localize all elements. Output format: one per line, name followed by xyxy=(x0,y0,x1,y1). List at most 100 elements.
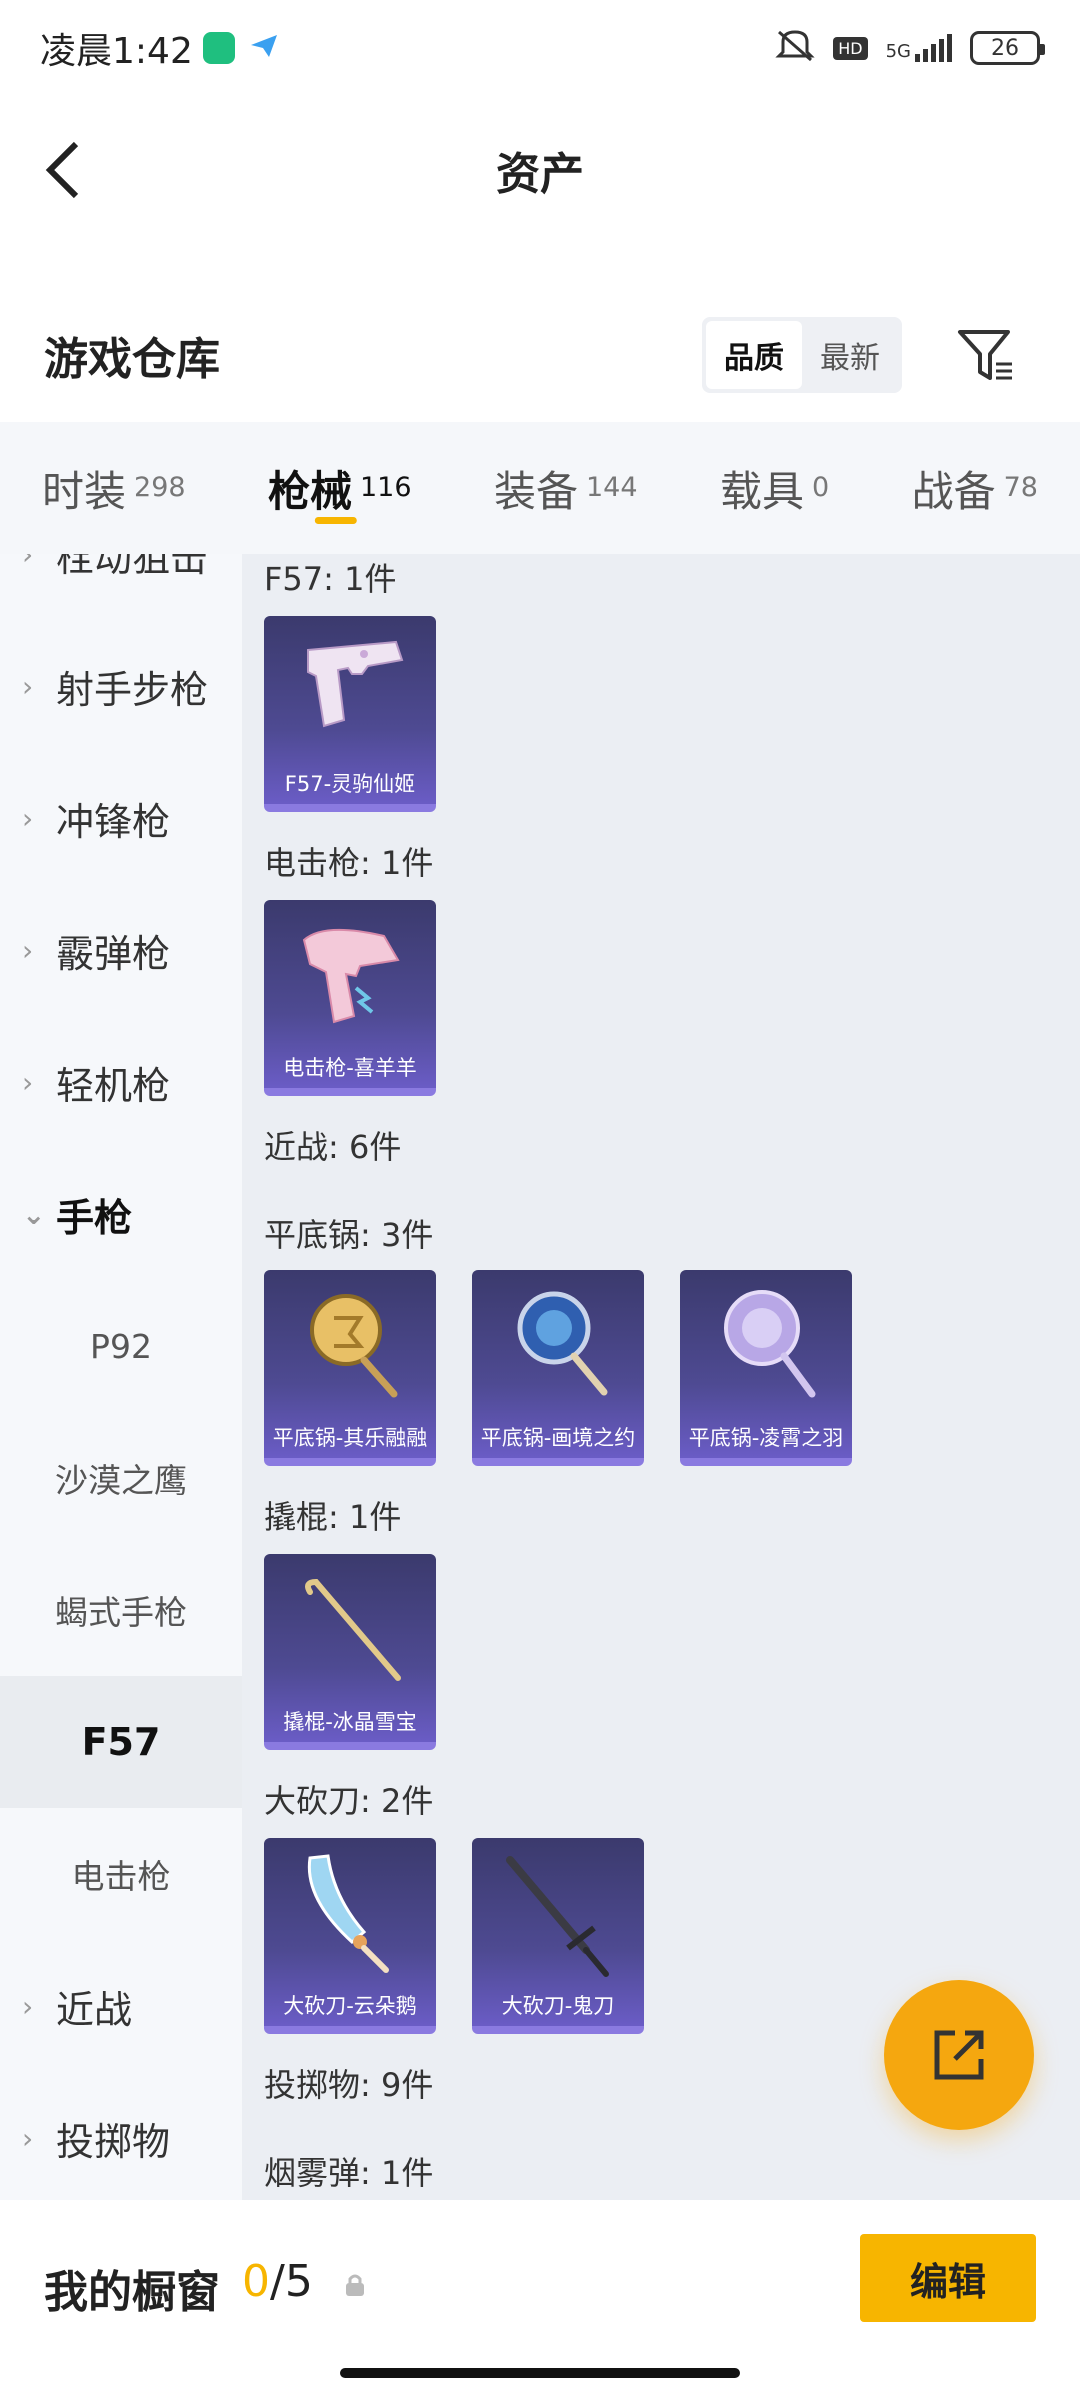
filter-icon xyxy=(958,330,1012,380)
machete-icon xyxy=(307,1854,389,1973)
sidenav-item-p92[interactable]: P92 xyxy=(0,1280,242,1412)
battery-icon: 26 xyxy=(970,31,1045,65)
group-label: 电击枪: 1件 xyxy=(264,844,434,882)
item-card[interactable]: 平底锅-凌霄之羽 xyxy=(680,1270,852,1466)
sidenav-item-smg[interactable]: › 冲锋枪 xyxy=(0,752,242,884)
item-content: F57: 1件 F57-灵驹仙姬 电击枪: 1件 电击枪-喜羊羊 近战: 6件 … xyxy=(242,554,1080,2200)
sidenav-item-label: 冲锋枪 xyxy=(56,799,171,844)
showcase-title: 我的橱窗 xyxy=(44,2267,220,2318)
showcase-count: 0/5 xyxy=(242,2256,313,2307)
group-label: 平底锅: 3件 xyxy=(264,1216,434,1254)
tab-label: 时装 xyxy=(42,467,127,516)
item-caption: 电击枪-喜羊羊 xyxy=(283,1056,417,1080)
chevron-right-icon: › xyxy=(22,2121,34,2155)
sort-newest-button[interactable]: 最新 xyxy=(802,321,898,389)
share-button[interactable] xyxy=(884,1980,1034,2130)
chevron-right-icon: › xyxy=(22,1065,34,1099)
tab-count: 78 xyxy=(1003,472,1038,503)
paper-plane-icon xyxy=(249,33,279,63)
sidenav-item-bolt-sniper[interactable]: › 栓动狙击 xyxy=(0,554,242,620)
tab-fashion[interactable]: 时装 298 xyxy=(42,422,186,554)
tab-guns[interactable]: 枪械 116 xyxy=(268,422,412,554)
group-label: F57: 1件 xyxy=(264,560,397,598)
status-bar: 凌晨1:42 HD 5G 26 xyxy=(0,0,1080,96)
item-caption: 大砍刀-鬼刀 xyxy=(501,1994,615,2018)
category-tabs: 时装 298 枪械 116 装备 144 载具 0 战备 78 xyxy=(0,422,1080,554)
sidenav-item-melee[interactable]: › 近战 xyxy=(0,1940,242,2072)
tab-vehicles[interactable]: 载具 0 xyxy=(720,422,829,554)
tab-count: 116 xyxy=(360,472,412,503)
group-label: 近战: 6件 xyxy=(264,1128,402,1166)
item-card[interactable]: 大砍刀-云朵鹅 xyxy=(264,1838,436,2034)
crowbar-icon xyxy=(305,1578,401,1681)
sidenav-item-label: 射手步枪 xyxy=(56,667,209,712)
sidenav-item-label: P92 xyxy=(90,1326,152,1366)
tab-count: 298 xyxy=(134,472,186,503)
sidenav-item-label: 栓动狙击 xyxy=(56,554,209,580)
sidenav-item-lmg[interactable]: › 轻机枪 xyxy=(0,1016,242,1148)
item-card[interactable]: 大砍刀-鬼刀 xyxy=(472,1838,644,2034)
sidenav-item-label: 电击枪 xyxy=(71,1857,171,1896)
item-caption: 撬棍-冰晶雪宝 xyxy=(283,1710,417,1734)
tab-label: 枪械 xyxy=(267,467,352,516)
item-caption: 大砍刀-云朵鹅 xyxy=(283,1994,417,2018)
sidenav-item-label: 蝎式手枪 xyxy=(55,1593,187,1632)
sidenav-item-label: 手枪 xyxy=(56,1195,133,1240)
lock-icon xyxy=(343,2272,367,2302)
item-card[interactable]: F57-灵驹仙姬 xyxy=(264,616,436,812)
back-button[interactable] xyxy=(36,138,96,202)
hd-icon: HD xyxy=(833,36,868,60)
sidenav-item-desert-eagle[interactable]: 沙漠之鹰 xyxy=(0,1412,242,1544)
sidenav: › 栓动狙击 › 射手步枪 › 冲锋枪 › 霰弹枪 › 轻机枪 ⌄ 手枪 P92 沙漠之鹰 … xyxy=(0,554,242,2200)
pan-icon xyxy=(724,1290,816,1398)
item-card[interactable]: 电击枪-喜羊羊 xyxy=(264,900,436,1096)
signal-icon xyxy=(915,34,952,62)
chevron-right-icon: › xyxy=(22,801,34,835)
tab-label: 装备 xyxy=(493,467,578,516)
sidenav-item-label: 轻机枪 xyxy=(56,1063,171,1108)
tab-equipment[interactable]: 装备 144 xyxy=(494,422,638,554)
sidenav-item-label: F57 xyxy=(81,1720,161,1764)
item-card[interactable]: 平底锅-其乐融融 xyxy=(264,1270,436,1466)
page-title: 资产 xyxy=(496,149,584,200)
chevron-right-icon: › xyxy=(22,933,34,967)
sort-quality-button[interactable]: 品质 xyxy=(706,321,802,389)
sword-icon xyxy=(506,1856,609,1977)
shield-app-icon xyxy=(202,32,235,64)
sidenav-item-label: 投掷物 xyxy=(56,2119,171,2164)
sidenav-item-f57[interactable]: F57 xyxy=(0,1676,242,1808)
sidenav-item-shotgun[interactable]: › 霰弹枪 xyxy=(0,884,242,1016)
item-caption: F57-灵驹仙姬 xyxy=(284,772,416,796)
chevron-down-icon: ⌄ xyxy=(22,1197,46,1231)
sidenav-item-pistol[interactable]: ⌄ 手枪 xyxy=(0,1148,242,1280)
tab-supplies[interactable]: 战备 78 xyxy=(912,422,1038,554)
share-icon xyxy=(934,2030,984,2080)
tab-label: 载具 xyxy=(719,467,804,516)
sidenav-item-dmr[interactable]: › 射手步枪 xyxy=(0,620,242,752)
home-indicator[interactable] xyxy=(340,2368,740,2378)
sidenav-item-stun-gun[interactable]: 电击枪 xyxy=(0,1808,242,1940)
pan-icon xyxy=(310,1294,398,1398)
pistol-icon xyxy=(307,640,404,728)
showcase-used: 0 xyxy=(242,2256,270,2307)
chevron-right-icon: › xyxy=(22,1989,34,2023)
sort-toggle: 品质 最新 xyxy=(702,317,902,393)
header: 资产 xyxy=(0,110,1080,230)
group-label: 投掷物: 9件 xyxy=(264,2066,434,2104)
warehouse-title: 游戏仓库 xyxy=(44,334,220,385)
item-card[interactable]: 撬棍-冰晶雪宝 xyxy=(264,1554,436,1750)
sidenav-item-throwables[interactable]: › 投掷物 xyxy=(0,2072,242,2200)
sidenav-item-skorpion[interactable]: 蝎式手枪 xyxy=(0,1544,242,1676)
sidenav-item-label: 霰弹枪 xyxy=(56,931,171,976)
group-label: 烟雾弹: 1件 xyxy=(264,2154,434,2192)
warehouse-row: 游戏仓库 品质 最新 xyxy=(0,300,1080,410)
chevron-right-icon: › xyxy=(22,554,34,571)
item-card[interactable]: 平底锅-画境之约 xyxy=(472,1270,644,1466)
item-caption: 平底锅-凌霄之羽 xyxy=(688,1426,844,1450)
group-label: 大砍刀: 2件 xyxy=(264,1782,434,1820)
showcase-bar: 我的橱窗 0/5 编辑 xyxy=(0,2200,1080,2400)
sidenav-item-label: 沙漠之鹰 xyxy=(55,1461,187,1500)
showcase-total: /5 xyxy=(270,2256,313,2307)
filter-button[interactable] xyxy=(954,324,1016,386)
edit-button[interactable]: 编辑 xyxy=(860,2234,1036,2322)
